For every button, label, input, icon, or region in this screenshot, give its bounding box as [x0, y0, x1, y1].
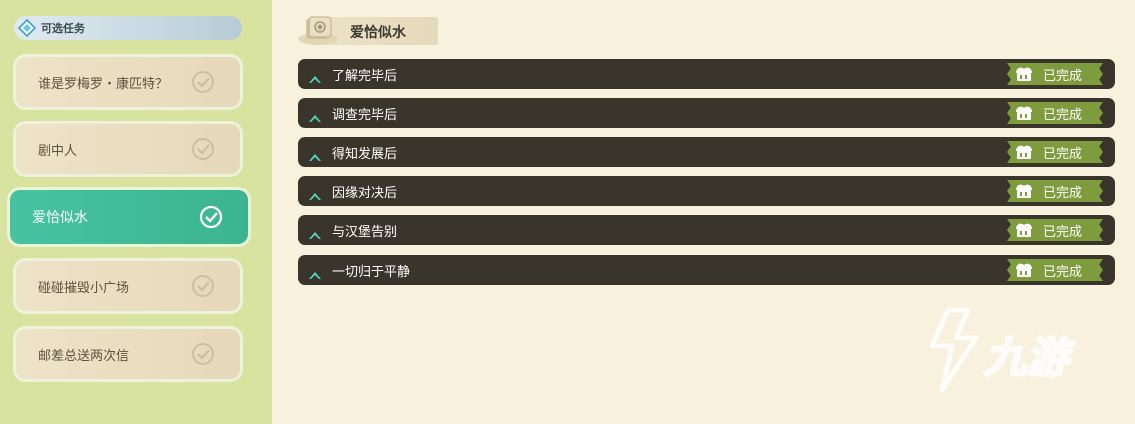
cake-icon [1013, 261, 1035, 279]
check-circle-icon [190, 273, 216, 299]
quest-item-love-like-water[interactable]: 爱恰似水 [10, 190, 248, 244]
completed-badge: 已完成 [1007, 180, 1103, 202]
watermark-logo: 九游 [918, 302, 1098, 396]
chevron-up-icon [308, 69, 322, 83]
quest-item-drama[interactable]: 剧中人 [16, 124, 240, 174]
step-row[interactable]: 了解完毕后 已完成 [298, 59, 1115, 89]
completed-label: 已完成 [1043, 107, 1083, 123]
cake-icon [1013, 221, 1035, 239]
check-circle-icon [190, 69, 216, 95]
completed-label: 已完成 [1043, 68, 1083, 84]
chevron-up-icon [308, 225, 322, 239]
cake-icon [1013, 65, 1035, 83]
step-row[interactable]: 得知发展后 已完成 [298, 137, 1115, 167]
check-circle-icon [190, 341, 216, 367]
step-label: 得知发展后 [332, 146, 398, 162]
watermark-text: 九游 [984, 333, 1075, 382]
cake-icon [1013, 104, 1035, 122]
check-circle-icon [190, 136, 216, 162]
diamond-icon [18, 19, 36, 37]
quest-label: 剧中人 [38, 143, 78, 159]
completed-label: 已完成 [1043, 264, 1083, 280]
chevron-up-icon [308, 186, 322, 200]
sidebar-header: 可选任务 [14, 16, 242, 40]
completed-label: 已完成 [1043, 224, 1083, 240]
quest-item-romero[interactable]: 谁是罗梅罗・康匹特？ [16, 57, 240, 107]
cake-icon [1013, 182, 1035, 200]
completed-label: 已完成 [1043, 146, 1083, 162]
chevron-up-icon [308, 265, 322, 279]
step-label: 了解完毕后 [332, 68, 398, 84]
completed-badge: 已完成 [1007, 259, 1103, 281]
quest-title-text: 爱恰似水 [350, 25, 406, 41]
completed-label: 已完成 [1043, 185, 1083, 201]
step-row[interactable]: 一切归于平静 已完成 [298, 255, 1115, 285]
step-row[interactable]: 与汉堡告别 已完成 [298, 215, 1115, 245]
scroll-icon [296, 13, 340, 47]
step-label: 一切归于平静 [332, 264, 411, 280]
step-label: 与汉堡告别 [332, 224, 398, 240]
check-circle-icon [198, 204, 224, 230]
step-label: 因缘对决后 [332, 185, 398, 201]
quest-label: 爱恰似水 [32, 210, 88, 226]
quest-item-plaza[interactable]: 碰碰摧毁小广场 [16, 261, 240, 311]
chevron-up-icon [308, 147, 322, 161]
quest-label: 谁是罗梅罗・康匹特？ [38, 76, 169, 92]
completed-badge: 已完成 [1007, 141, 1103, 163]
quest-label: 邮差总送两次信 [38, 348, 130, 364]
quest-sidebar: 可选任务 谁是罗梅罗・康匹特？ 剧中人 爱恰似水 碰碰摧毁小广场 邮差总送两次信 [0, 0, 272, 424]
completed-badge: 已完成 [1007, 219, 1103, 241]
completed-badge: 已完成 [1007, 63, 1103, 85]
chevron-up-icon [308, 108, 322, 122]
quest-title: 爱恰似水 [296, 13, 442, 47]
sidebar-header-label: 可选任务 [41, 22, 85, 35]
step-label: 调查完毕后 [332, 107, 398, 123]
step-row[interactable]: 因缘对决后 已完成 [298, 176, 1115, 206]
step-row[interactable]: 调查完毕后 已完成 [298, 98, 1115, 128]
quest-label: 碰碰摧毁小广场 [38, 280, 130, 296]
quest-item-postman[interactable]: 邮差总送两次信 [16, 329, 240, 379]
cake-icon [1013, 143, 1035, 161]
completed-badge: 已完成 [1007, 102, 1103, 124]
